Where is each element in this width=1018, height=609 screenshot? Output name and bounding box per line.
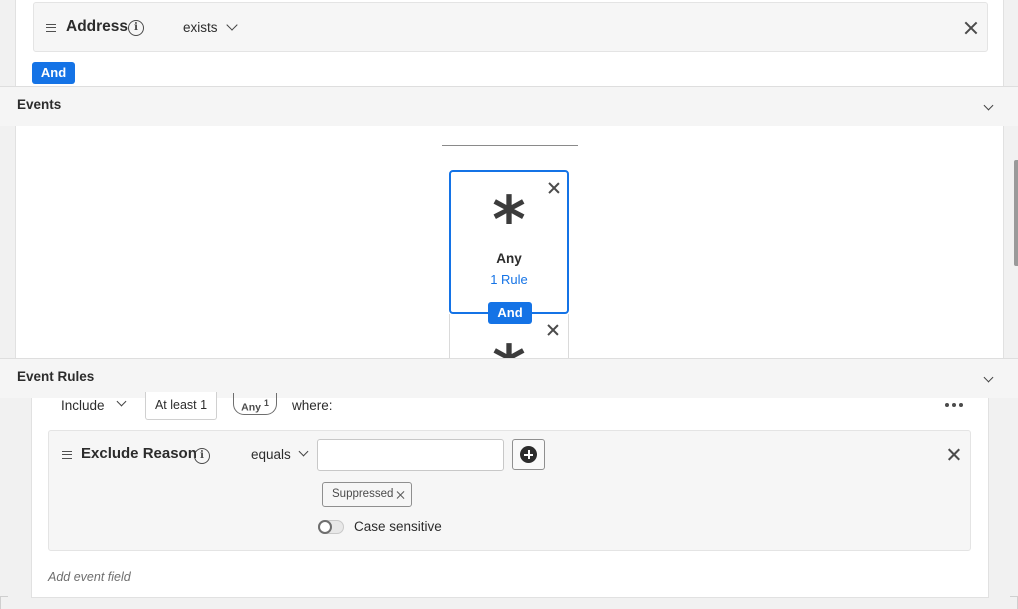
chevron-down-icon[interactable] — [298, 446, 309, 457]
event-rules-section-title: Event Rules — [17, 369, 95, 384]
info-icon[interactable]: i — [194, 448, 210, 464]
add-event-field-link[interactable]: Add event field — [48, 570, 131, 584]
value-tag: Suppressed — [322, 482, 412, 507]
chevron-down-icon[interactable] — [983, 372, 994, 383]
event-card-rules-link[interactable]: 1 Rule — [451, 272, 567, 287]
events-canvas: * Any 1 Rule * And — [15, 126, 1004, 358]
case-sensitive-label: Case sensitive — [354, 519, 442, 534]
asterisk-icon: * — [492, 184, 526, 258]
value-tag-label: Suppressed — [332, 488, 394, 500]
chevron-down-icon[interactable] — [116, 396, 127, 407]
event-rules-panel: Include At least 1 Any 1 where: Exclude … — [31, 392, 989, 598]
remove-event-icon[interactable] — [546, 323, 560, 337]
asterisk-icon: * — [450, 338, 568, 358]
any-pill-label: Any — [241, 401, 262, 414]
events-section-header[interactable]: Events — [0, 86, 1018, 126]
add-value-button[interactable] — [512, 439, 545, 470]
any-pill-count: 1 — [263, 398, 269, 408]
chevron-down-icon[interactable] — [226, 19, 238, 31]
event-count-tab[interactable] — [442, 126, 578, 146]
case-sensitive-toggle[interactable] — [318, 520, 344, 534]
attribute-field-label: Address — [66, 18, 129, 35]
attribute-rules-panel: Address i exists And — [15, 0, 1004, 86]
event-operator-dropdown[interactable]: equals — [251, 447, 291, 462]
panel-edge — [1010, 596, 1018, 609]
attribute-operator-dropdown[interactable]: exists — [183, 20, 218, 35]
remove-event-rule-icon[interactable] — [946, 447, 961, 462]
panel-edge — [0, 596, 8, 609]
events-section-title: Events — [17, 97, 62, 112]
remove-tag-icon[interactable] — [395, 490, 405, 500]
any-pill[interactable]: Any 1 — [233, 393, 277, 415]
plus-circle-icon — [520, 446, 537, 463]
attribute-rule-card: Address i exists — [33, 2, 988, 52]
include-dropdown[interactable]: Include — [61, 398, 105, 413]
event-rule-card: Exclude Reason i equals Suppressed Case … — [48, 430, 971, 551]
drag-handle-icon[interactable] — [62, 451, 72, 459]
scrollbar-thumb[interactable] — [1014, 160, 1018, 266]
info-icon[interactable]: i — [128, 20, 144, 36]
event-field-label: Exclude Reason — [81, 445, 197, 462]
chevron-down-icon[interactable] — [983, 100, 994, 111]
count-selector-button[interactable]: At least 1 — [145, 392, 217, 420]
event-card[interactable]: * Any 1 Rule — [449, 170, 569, 314]
more-options-icon[interactable] — [945, 403, 963, 408]
toggle-knob — [318, 520, 332, 534]
event-card-title: Any — [496, 251, 522, 266]
and-connector-button[interactable]: And — [32, 62, 75, 84]
drag-handle-icon[interactable] — [46, 24, 56, 32]
where-label: where: — [292, 398, 333, 413]
remove-attribute-rule-icon[interactable] — [963, 20, 979, 36]
and-connector-button[interactable]: And — [488, 302, 532, 324]
value-input[interactable] — [317, 439, 504, 471]
